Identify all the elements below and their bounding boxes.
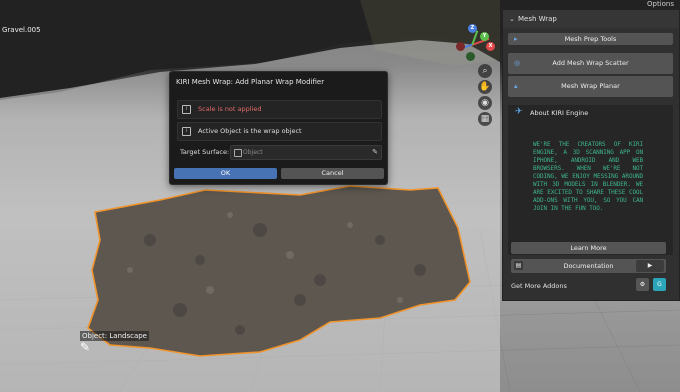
about-description: WE'RE THE CREATORS OF KIRI ENGINE, A 3D … — [533, 141, 643, 212]
eyedropper-icon[interactable]: ✎ — [372, 146, 378, 159]
mesh-wrap-panel: ⌄ Mesh Wrap ▸ Mesh Prep Tools ◎ Add Mesh… — [502, 9, 680, 301]
options-button[interactable]: Options — [647, 0, 674, 8]
book-icon: ▤ — [514, 261, 523, 270]
camera-icon[interactable]: ◉ — [478, 96, 492, 110]
documentation-button[interactable]: ▤ Documentation ▶ — [511, 259, 666, 273]
cancel-button[interactable]: Cancel — [281, 168, 384, 179]
add-scatter-label: Add Mesh Wrap Scatter — [552, 59, 629, 67]
planar-icon: ▴ — [514, 82, 518, 90]
mesh-prep-tools-button[interactable]: ▸ Mesh Prep Tools — [508, 33, 673, 45]
gizmo-neg-x[interactable] — [456, 42, 465, 51]
gizmo-z-axis[interactable]: Z — [468, 24, 477, 33]
object-cube-icon — [234, 149, 242, 157]
planar-wrap-dialog: KIRI Mesh Wrap: Add Planar Wrap Modifier… — [169, 71, 388, 185]
scale-warning-row: i Scale is not applied — [177, 100, 382, 119]
add-scatter-button[interactable]: ◎ Add Mesh Wrap Scatter — [508, 53, 673, 74]
get-more-addons-label: Get More Addons — [511, 282, 567, 290]
pan-hand-icon[interactable]: ✋ — [478, 80, 492, 94]
gizmo-y-axis[interactable]: Y — [480, 32, 489, 41]
kiri-plane-icon: ✈ — [515, 107, 523, 117]
active-object-row: i Active Object is the wrap object — [177, 122, 382, 141]
target-surface-label: Target Surface: — [180, 148, 230, 156]
info-icon: i — [182, 105, 191, 114]
scatter-icon: ◎ — [514, 59, 521, 67]
gizmo-neg-y[interactable] — [466, 52, 475, 61]
blender-market-icon[interactable]: ⚙ — [636, 278, 649, 291]
panel-title: Mesh Wrap — [518, 15, 557, 23]
youtube-icon[interactable]: ▶ — [636, 260, 664, 272]
documentation-label: Documentation — [563, 262, 614, 270]
eyedropper-cursor-icon: ✎ — [80, 340, 91, 354]
chevron-down-icon: ⌄ — [509, 15, 515, 23]
info-icon: i — [182, 127, 191, 136]
ok-button[interactable]: OK — [174, 168, 277, 179]
play-triangle-icon: ▸ — [514, 35, 518, 43]
target-surface-field[interactable]: Object ✎ — [230, 145, 382, 160]
mesh-wrap-planar-button[interactable]: ▴ Mesh Wrap Planar — [508, 76, 673, 97]
object-tooltip: Object: Landscape — [80, 331, 149, 341]
gizmo-x-axis[interactable]: X — [486, 42, 495, 51]
zoom-icon[interactable]: ⌕ — [478, 64, 492, 78]
navigation-gizmo[interactable]: Z Y X — [450, 22, 495, 66]
mesh-wrap-planar-label: Mesh Wrap Planar — [561, 82, 620, 90]
active-object-name: Gravel.005 — [2, 26, 41, 34]
about-title: About KIRI Engine — [530, 109, 589, 117]
gumroad-icon[interactable]: G — [653, 278, 666, 291]
scale-warning-text: Scale is not applied — [198, 105, 262, 113]
grid-view-icon[interactable]: ▦ — [478, 112, 492, 126]
target-placeholder: Object — [243, 149, 263, 156]
about-section: ✈ About KIRI Engine WE'RE THE CREATORS O… — [508, 105, 673, 255]
dialog-title: KIRI Mesh Wrap: Add Planar Wrap Modifier — [176, 78, 325, 86]
panel-header[interactable]: ⌄ Mesh Wrap — [503, 10, 679, 28]
active-object-text: Active Object is the wrap object — [198, 127, 302, 135]
mesh-prep-tools-label: Mesh Prep Tools — [564, 35, 617, 43]
learn-more-button[interactable]: Learn More — [511, 242, 666, 254]
